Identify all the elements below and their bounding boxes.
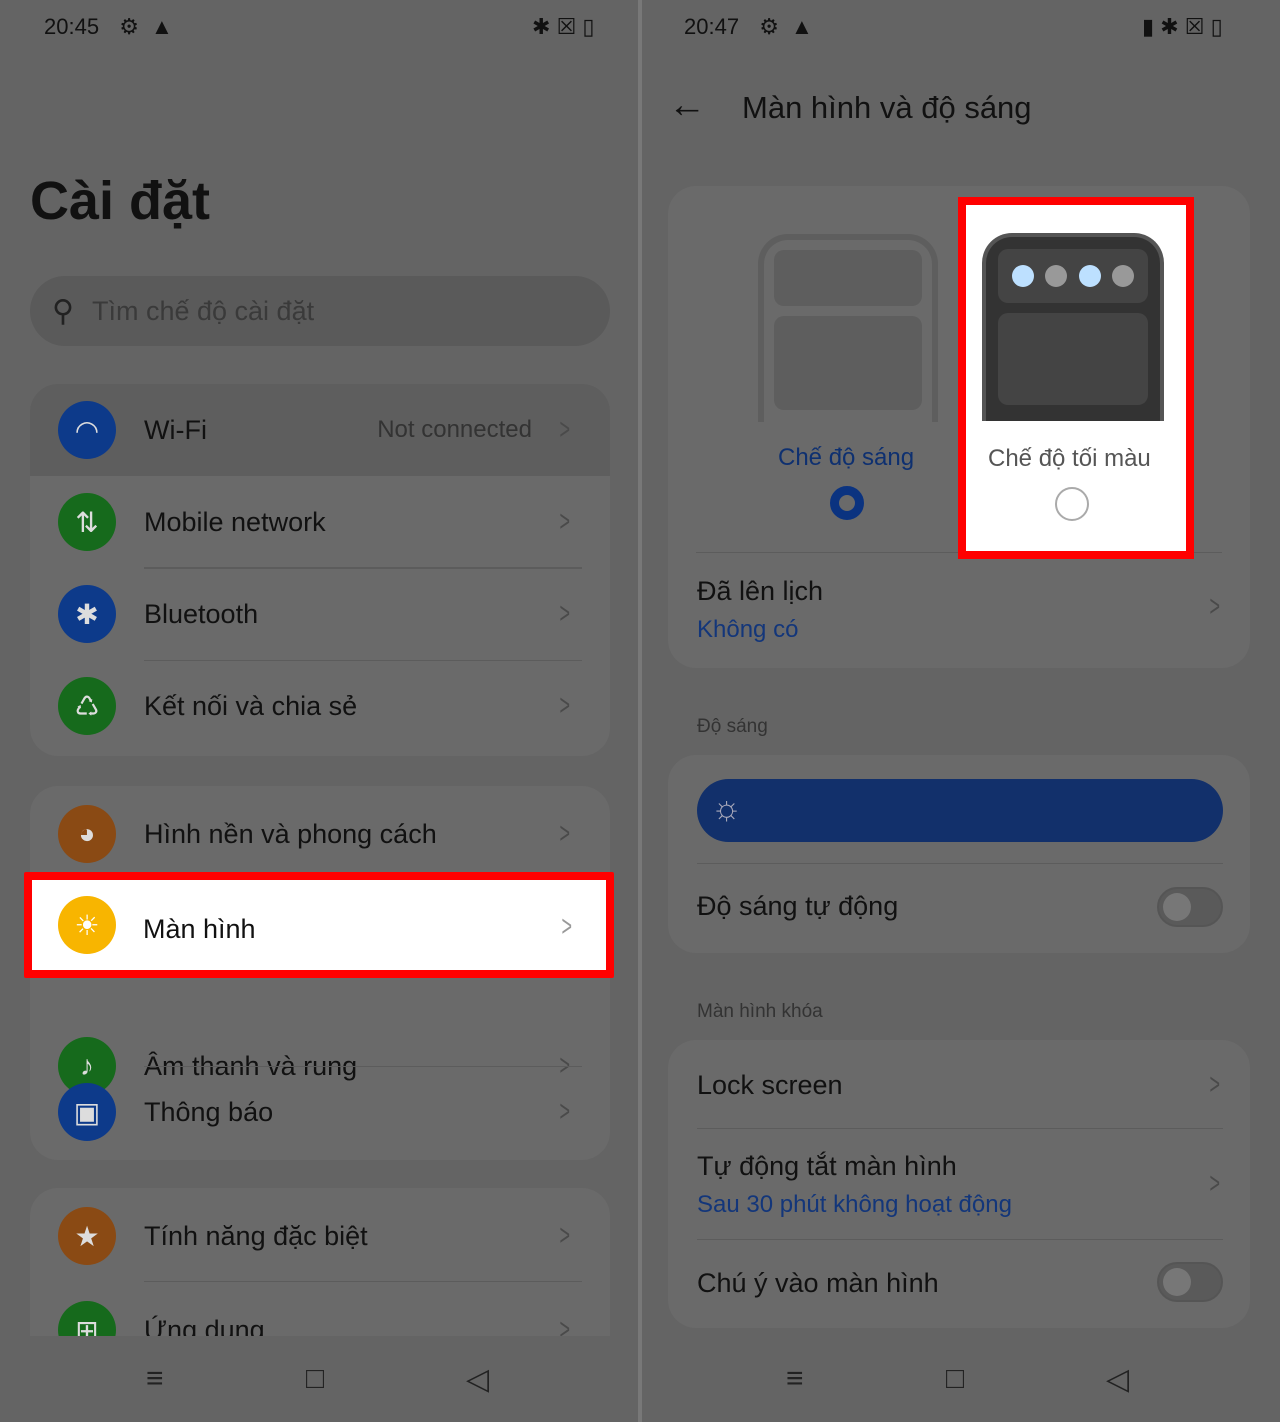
- attention-label: Chú ý vào màn hình: [697, 1268, 939, 1298]
- gear-icon: ⚙: [119, 14, 139, 39]
- chevron-right-icon: >: [559, 1095, 571, 1128]
- chevron-right-icon: >: [559, 505, 571, 538]
- highlight-display-item[interactable]: ☀ Màn hình >: [24, 872, 614, 978]
- sun-icon: ☼: [711, 789, 743, 827]
- item-label: Bluetooth: [144, 598, 259, 629]
- status-icons: ✱ ☒ ▯: [532, 14, 595, 40]
- bluetooth-status-icon: ✱: [532, 14, 551, 39]
- auto-off-value: Sau 30 phút không hoạt động: [697, 1191, 1012, 1218]
- home-nav-icon[interactable]: □: [946, 1362, 964, 1396]
- chevron-right-icon: >: [561, 910, 573, 943]
- chevron-right-icon: >: [1209, 1167, 1221, 1200]
- wifi-icon: ◠: [58, 401, 116, 459]
- settings-item-bluetooth[interactable]: ✱ Bluetooth >: [30, 568, 610, 660]
- brightness-section-label: Độ sáng: [697, 716, 768, 737]
- chevron-right-icon: >: [559, 817, 571, 850]
- dark-mode-radio[interactable]: [1055, 487, 1089, 521]
- mobile-data-icon: ⇅: [58, 493, 116, 551]
- chevron-right-icon: >: [559, 413, 571, 446]
- apps-icon: ⊞: [58, 1301, 116, 1336]
- star-icon: ★: [58, 1207, 116, 1265]
- light-mode-radio[interactable]: [830, 486, 864, 520]
- sun-icon: ☀: [58, 896, 116, 954]
- settings-item-notifications[interactable]: ▣ Thông báo >: [30, 1066, 610, 1158]
- chevron-right-icon: >: [1209, 590, 1221, 623]
- search-placeholder: Tìm chế độ cài đặt: [91, 295, 315, 326]
- search-icon: ⚲: [52, 294, 74, 328]
- schedule-value: Không có: [697, 616, 799, 643]
- item-label: Kết nối và chia sẻ: [144, 690, 358, 721]
- item-label: Lock screen: [697, 1070, 843, 1100]
- warning-icon: ▲: [791, 14, 813, 39]
- bluetooth-status-icon: ✱: [1160, 14, 1179, 39]
- chevron-right-icon: >: [559, 597, 571, 630]
- bluetooth-icon: ✱: [58, 585, 116, 643]
- item-label: Mobile network: [144, 506, 326, 537]
- item-label: Thông báo: [144, 1096, 274, 1127]
- item-label: Tự động tắt màn hình: [697, 1151, 957, 1181]
- light-mode-preview[interactable]: [758, 234, 938, 422]
- highlight-dark-mode[interactable]: Chế độ tối màu: [958, 197, 1194, 559]
- back-nav-icon[interactable]: ◁: [466, 1362, 489, 1397]
- settings-group-3: ★ Tính năng đặc biệt > ⊞ Ứng dụng >: [30, 1188, 610, 1336]
- battery-icon: ▯: [1210, 14, 1223, 39]
- chevron-right-icon: >: [1209, 1068, 1221, 1101]
- gear-icon: ⚙: [759, 14, 779, 39]
- item-label: Ứng dụng: [144, 1314, 265, 1337]
- notification-icon: ▣: [58, 1083, 116, 1141]
- schedule-label: Đã lên lịch: [697, 576, 824, 606]
- status-time: 20:45: [44, 14, 100, 39]
- sim-icon: ☒: [1184, 14, 1205, 39]
- dark-mode-label: Chế độ tối màu: [988, 445, 1151, 472]
- settings-item-wifi[interactable]: ◠ Wi-Fi Not connected >: [30, 384, 610, 476]
- back-nav-icon[interactable]: ◁: [1106, 1362, 1129, 1397]
- status-time: 20:47: [684, 14, 740, 39]
- chevron-right-icon: >: [559, 1219, 571, 1252]
- page-title: Cài đặt: [30, 171, 211, 231]
- settings-group-1: ◠ Wi-Fi Not connected > ⇅ Mobile network…: [30, 384, 610, 756]
- dark-mode-preview: [982, 233, 1164, 421]
- back-arrow-icon[interactable]: ←: [668, 84, 706, 127]
- display-brightness-screen: 20:47 ⚙ ▲ ▮ ✱ ☒ ▯ ← Màn hình và độ sáng …: [642, 0, 1280, 1422]
- vibrate-icon: ▮: [1142, 14, 1155, 39]
- home-nav-icon[interactable]: □: [306, 1362, 324, 1396]
- auto-off-item[interactable]: Tự động tắt màn hình Sau 30 phút không h…: [668, 1129, 1250, 1239]
- brightness-slider[interactable]: ☼: [697, 779, 1223, 842]
- sim-icon: ☒: [556, 14, 577, 39]
- item-label: Wi-Fi: [144, 414, 207, 445]
- settings-item-mobile-network[interactable]: ⇅ Mobile network >: [30, 476, 610, 568]
- settings-item-apps[interactable]: ⊞ Ứng dụng >: [30, 1284, 610, 1336]
- palette-icon: ◕: [58, 805, 116, 863]
- attention-toggle[interactable]: [1157, 1262, 1223, 1302]
- page-title: Màn hình và độ sáng: [742, 90, 1032, 125]
- auto-brightness-toggle[interactable]: [1157, 887, 1223, 927]
- status-bar: 20:45 ⚙ ▲: [44, 14, 173, 40]
- settings-item-special-features[interactable]: ★ Tính năng đặc biệt >: [30, 1190, 610, 1282]
- light-mode-label: Chế độ sáng: [778, 444, 915, 471]
- settings-item-connection-sharing[interactable]: ♺ Kết nối và chia sẻ >: [30, 660, 610, 752]
- menu-nav-icon[interactable]: ≡: [146, 1362, 164, 1396]
- status-icons: ▮ ✱ ☒ ▯: [1142, 14, 1223, 40]
- lock-section-label: Màn hình khóa: [697, 1001, 823, 1022]
- share-icon: ♺: [58, 677, 116, 735]
- warning-icon: ▲: [151, 14, 173, 39]
- brightness-card: ☼ Độ sáng tự động: [668, 755, 1250, 953]
- chevron-right-icon: >: [559, 689, 571, 722]
- auto-brightness-label: Độ sáng tự động: [697, 891, 899, 921]
- status-bar: 20:47 ⚙ ▲: [684, 14, 813, 40]
- item-label: Màn hình: [143, 914, 256, 944]
- settings-screen: 20:45 ⚙ ▲ ✱ ☒ ▯ Cài đặt ⚲ Tìm chế độ cài…: [0, 0, 638, 1422]
- search-input[interactable]: ⚲ Tìm chế độ cài đặt: [30, 276, 610, 346]
- lock-card: Lock screen > Tự động tắt màn hình Sau 3…: [668, 1040, 1250, 1328]
- lock-screen-item[interactable]: Lock screen >: [668, 1040, 1250, 1128]
- chevron-right-icon: >: [559, 1313, 571, 1336]
- item-label: Hình nền và phong cách: [144, 818, 437, 849]
- battery-icon: ▯: [582, 14, 595, 39]
- settings-item-wallpaper[interactable]: ◕ Hình nền và phong cách >: [30, 788, 610, 880]
- menu-nav-icon[interactable]: ≡: [786, 1362, 804, 1396]
- wifi-status: Not connected: [377, 416, 532, 443]
- item-label: Tính năng đặc biệt: [144, 1220, 368, 1251]
